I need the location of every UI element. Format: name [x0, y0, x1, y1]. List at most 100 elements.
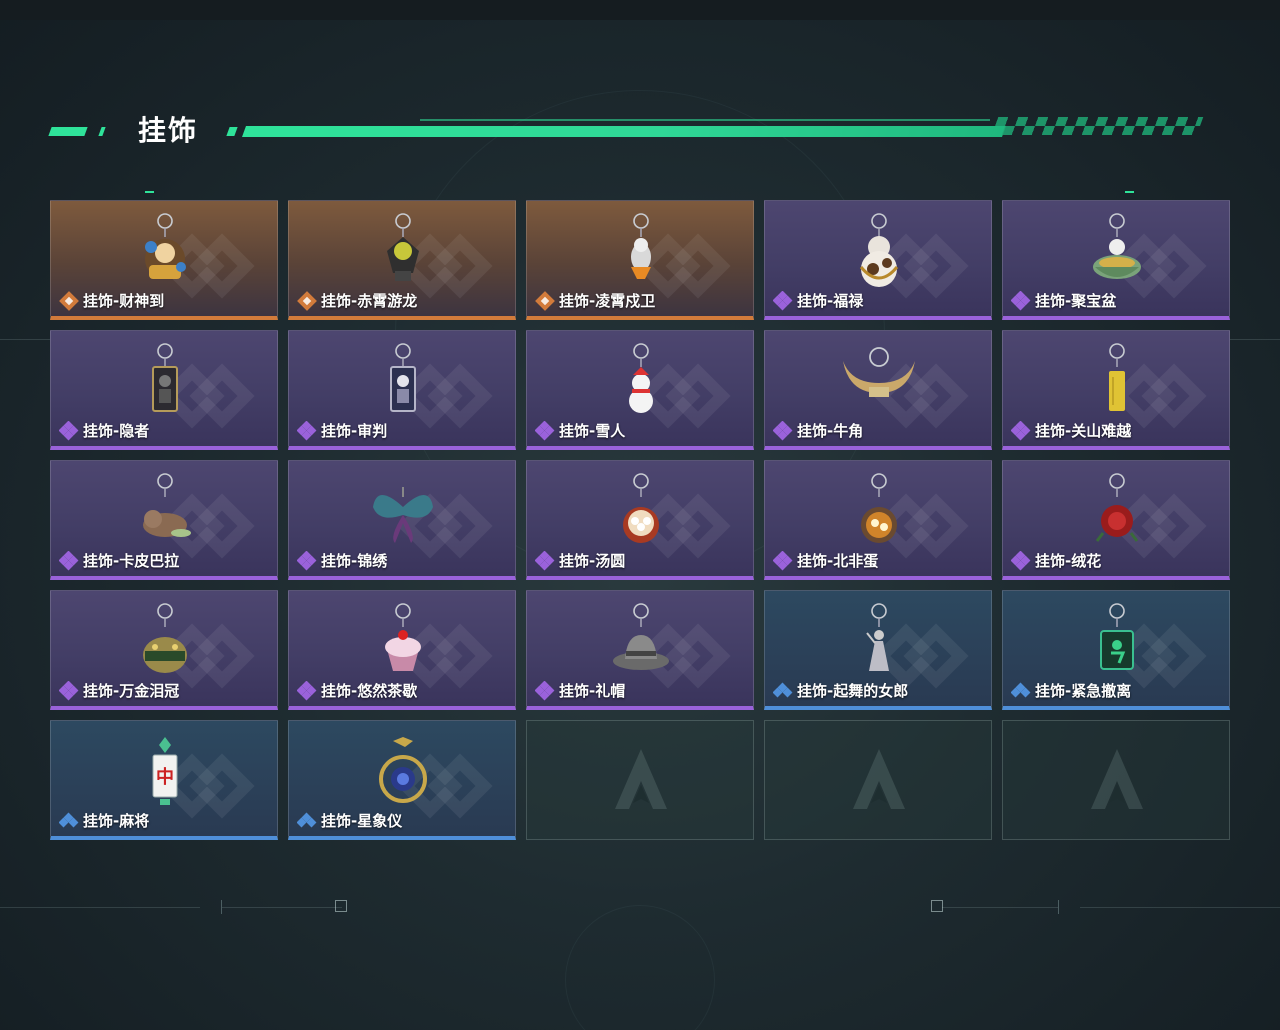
card-label: 挂饰-万金泪冠 — [59, 680, 179, 701]
hud-tick-right — [1058, 900, 1059, 914]
dancer-charm-icon — [829, 597, 929, 681]
dumpling-bowl-charm-icon — [591, 467, 691, 551]
charm-card[interactable]: 挂饰-赤霄游龙 — [288, 200, 516, 320]
crown-charm-icon — [115, 597, 215, 681]
dragon-figure-charm-icon — [353, 207, 453, 291]
guardian-figure-charm-icon — [591, 207, 691, 291]
epic-rarity-icon — [297, 550, 317, 571]
charm-card[interactable]: 挂饰-牛角 — [764, 330, 992, 450]
top-frame-bar — [0, 0, 1280, 20]
card-label: 挂饰-悠然茶歇 — [297, 680, 417, 701]
epic-rarity-icon — [297, 420, 317, 441]
charm-name: 挂饰-万金泪冠 — [83, 682, 180, 700]
butterfly-charm-icon — [353, 467, 453, 551]
section-title: 挂饰 — [138, 114, 199, 147]
card-label: 挂饰-赤霄游龙 — [297, 290, 417, 311]
gold-bar-charm-icon — [1067, 337, 1167, 421]
hud-tick-left — [221, 900, 222, 914]
game-logo-watermark-icon — [615, 749, 667, 809]
charm-card[interactable]: 挂饰-礼帽 — [526, 590, 754, 710]
epic-rarity-icon — [297, 680, 317, 701]
charm-card[interactable]: 挂饰-星象仪 — [288, 720, 516, 840]
card-label: 挂饰-聚宝盆 — [1011, 290, 1116, 311]
charm-name: 挂饰-关山难越 — [1035, 422, 1132, 440]
rare-rarity-icon — [1011, 681, 1031, 701]
charm-card[interactable]: 挂饰-福禄 — [764, 200, 992, 320]
card-label: 挂饰-锦绣 — [297, 550, 387, 571]
epic-rarity-icon — [1011, 420, 1031, 441]
card-label: 挂饰-隐者 — [59, 420, 149, 441]
rare-rarity-icon — [297, 811, 317, 831]
game-logo-watermark-icon — [1091, 749, 1143, 809]
rare-rarity-icon — [773, 681, 793, 701]
card-label: 挂饰-关山难越 — [1011, 420, 1131, 441]
judgement-tarot-charm-icon — [353, 337, 453, 421]
card-label: 挂饰-星象仪 — [297, 810, 402, 831]
card-label: 挂饰-牛角 — [773, 420, 863, 441]
capybara-charm-icon — [115, 467, 215, 551]
epic-rarity-icon — [535, 420, 555, 441]
gourd-charm-icon — [829, 207, 929, 291]
god-of-wealth-charm-icon — [115, 207, 215, 291]
hud-line-far-left — [0, 907, 200, 908]
card-label: 挂饰-汤圆 — [535, 550, 625, 571]
hud-line-right — [942, 907, 1058, 908]
hud-square-left — [335, 900, 347, 912]
charm-card[interactable]: 挂饰-绒花 — [1002, 460, 1230, 580]
charm-card[interactable]: 挂饰-紧急撤离 — [1002, 590, 1230, 710]
card-label: 挂饰-审判 — [297, 420, 387, 441]
charm-card[interactable]: 挂饰-隐者 — [50, 330, 278, 450]
charm-card[interactable]: 挂饰-北非蛋 — [764, 460, 992, 580]
charm-name: 挂饰-礼帽 — [559, 682, 626, 700]
header-thin-line — [420, 119, 990, 121]
empty-slot — [1002, 720, 1230, 840]
card-label: 挂饰-财神到 — [59, 290, 164, 311]
charm-card[interactable]: 挂饰-雪人 — [526, 330, 754, 450]
charm-name: 挂饰-绒花 — [1035, 552, 1102, 570]
epic-rarity-icon — [1011, 550, 1031, 571]
charm-card[interactable]: 挂饰-起舞的女郎 — [764, 590, 992, 710]
charm-card[interactable]: 挂饰-万金泪冠 — [50, 590, 278, 710]
charm-name: 挂饰-牛角 — [797, 422, 864, 440]
charm-card[interactable]: 挂饰-汤圆 — [526, 460, 754, 580]
epic-rarity-icon — [773, 290, 793, 311]
epic-rarity-icon — [59, 680, 79, 701]
hud-line-left — [222, 907, 342, 908]
header-accent-stripe — [48, 127, 88, 136]
charm-card[interactable]: 挂饰-卡皮巴拉 — [50, 460, 278, 580]
rare-rarity-icon — [59, 811, 79, 831]
card-label: 挂饰-绒花 — [1011, 550, 1101, 571]
charm-name: 挂饰-雪人 — [559, 422, 626, 440]
legendary-rarity-icon — [59, 290, 79, 311]
svg-text:中: 中 — [156, 766, 174, 788]
hermit-tarot-charm-icon — [115, 337, 215, 421]
epic-rarity-icon — [773, 550, 793, 571]
epic-rarity-icon — [773, 420, 793, 441]
card-label: 挂饰-凌霄戍卫 — [535, 290, 655, 311]
charm-card[interactable]: 挂饰-审判 — [288, 330, 516, 450]
header-progress-bar — [241, 126, 1007, 137]
charm-grid: 挂饰-财神到 挂饰-赤霄游龙 挂饰-凌霄戍卫 挂饰-福禄 挂饰-聚宝盆挂饰-隐者 挂饰-审… — [50, 200, 1230, 840]
hud-line-mid-left — [0, 339, 50, 340]
card-label: 挂饰-紧急撤离 — [1011, 680, 1131, 701]
charm-card[interactable]: 挂饰-悠然茶歇 — [288, 590, 516, 710]
epic-rarity-icon — [1011, 290, 1031, 311]
epic-rarity-icon — [535, 680, 555, 701]
treasure-bowl-charm-icon — [1067, 207, 1167, 291]
charm-name: 挂饰-凌霄戍卫 — [559, 292, 656, 310]
hud-square-right — [931, 900, 943, 912]
charm-name: 挂饰-汤圆 — [559, 552, 626, 570]
charm-card[interactable]: 挂饰-聚宝盆 — [1002, 200, 1230, 320]
charm-name: 挂饰-悠然茶歇 — [321, 682, 418, 700]
charm-card[interactable]: 挂饰-锦绣 — [288, 460, 516, 580]
bull-horn-charm-icon — [829, 337, 929, 421]
empty-slot — [526, 720, 754, 840]
charm-name: 挂饰-卡皮巴拉 — [83, 552, 180, 570]
epic-rarity-icon — [535, 550, 555, 571]
snowman-charm-icon — [591, 337, 691, 421]
charm-card[interactable]: 挂饰-凌霄戍卫 — [526, 200, 754, 320]
charm-card[interactable]: 挂饰-财神到 — [50, 200, 278, 320]
charm-card[interactable]: 挂饰-关山难越 — [1002, 330, 1230, 450]
charm-card[interactable]: 中挂饰-麻将 — [50, 720, 278, 840]
charm-name: 挂饰-星象仪 — [321, 812, 403, 830]
